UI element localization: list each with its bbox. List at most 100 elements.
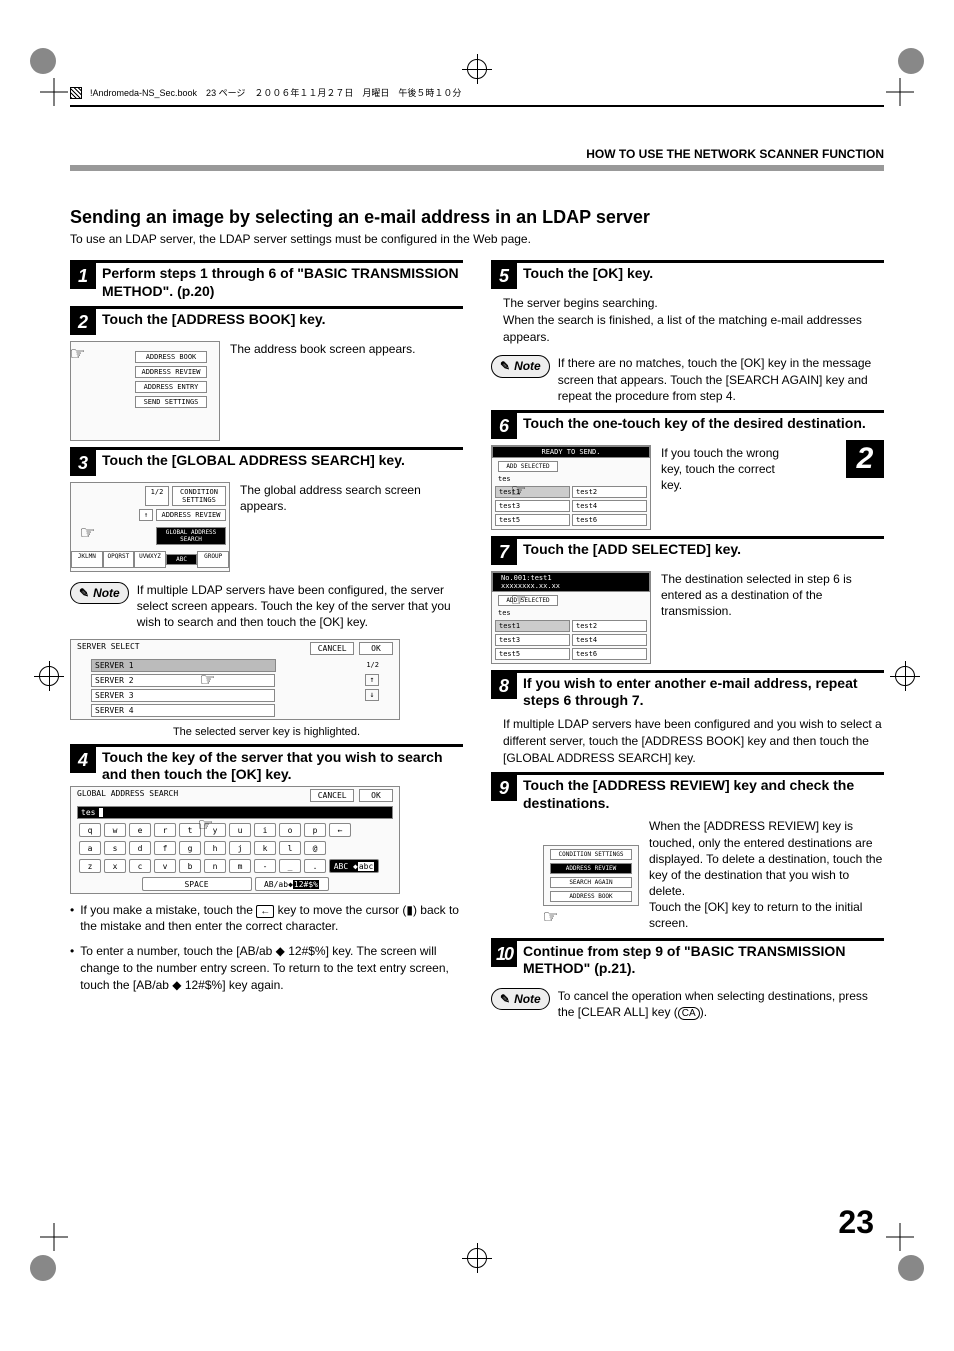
step-6-title: Touch the one-touch key of the desired d… (523, 413, 866, 433)
header-bar (70, 165, 884, 171)
fig-server-item: SERVER 3 (91, 689, 275, 702)
step-5-title: Touch the [OK] key. (523, 263, 653, 283)
step-9-number: 9 (491, 775, 517, 801)
step-4: 4 Touch the key of the server that you w… (70, 744, 463, 784)
fig-key: @ (304, 841, 326, 855)
step-4-number: 4 (70, 747, 96, 773)
fig-btn-condition-settings: CONDITION SETTINGS (172, 486, 226, 506)
fig-tab: JKLMN (71, 551, 103, 568)
step-2-text: The address book screen appears. (230, 341, 415, 441)
chapter-tab-number: 2 (846, 440, 884, 478)
fig-server-title: SERVER SELECT (77, 642, 140, 655)
up-arrow-icon: ↑ (139, 509, 153, 521)
fig-key: d (129, 841, 151, 855)
fig-add-selected: ADD SELECTED (498, 595, 558, 606)
crop-corner-tr (886, 78, 914, 106)
fig-page-indicator: 1/2 (145, 486, 169, 506)
fig-cell: test4 (572, 500, 647, 512)
fig-btn-address-book: ADDRESS BOOK (550, 891, 632, 902)
step-3-caption: The selected server key is highlighted. (70, 726, 463, 738)
fig-server-item: SERVER 1 (91, 659, 276, 672)
fig-btn-global-address-search: GLOBAL ADDRESS SEARCH (156, 527, 226, 545)
step-5-number: 5 (491, 263, 517, 289)
fig-key: j (229, 841, 251, 855)
fig-btn-condition-settings: CONDITION SETTINGS (550, 849, 632, 860)
step-4-bullet-1: •If you make a mistake, touch the ← key … (70, 902, 463, 936)
note-pill-icon: Note (491, 988, 550, 1010)
note-pill-icon: Note (491, 355, 550, 377)
step-6-number: 6 (491, 413, 517, 439)
fig-header: READY TO SEND. (492, 446, 650, 458)
fig-cell: test2 (572, 486, 647, 498)
fig-kb-title: GLOBAL ADDRESS SEARCH (77, 789, 178, 802)
step-10-title: Continue from step 9 of "BASIC TRANSMISS… (523, 941, 884, 978)
step-5: 5 Touch the [OK] key. (491, 260, 884, 289)
step-4-bullet-2: •To enter a number, touch the [AB/ab ◆ 1… (70, 943, 463, 993)
fig-tab: UVWXYZ (134, 551, 166, 568)
fig-key: n (204, 859, 226, 873)
fig-key: i (254, 823, 276, 837)
fig-btn-address-review: ADDRESS REVIEW (156, 509, 226, 521)
fig-cell: test1 (495, 620, 570, 632)
figure-address-book: ADDRESS BOOK ADDRESS REVIEW ADDRESS ENTR… (70, 341, 220, 441)
fig-btn-address-review: ADDRESS REVIEW (550, 863, 632, 874)
fig-btn-address-review: ADDRESS REVIEW (135, 366, 207, 378)
fig-key: t (179, 823, 201, 837)
step-5-text-2: When the search is finished, a list of t… (503, 312, 884, 346)
step-5-note: Note If there are no matches, touch the … (491, 355, 884, 404)
figure-server-select: SERVER SELECT CANCEL OK SERVER 11/2 SERV… (70, 639, 400, 720)
fig-tab: GROUP (197, 551, 229, 568)
fig-key: b (179, 859, 201, 873)
crop-corner-bl (40, 1223, 68, 1251)
figure-keyboard: GLOBAL ADDRESS SEARCH CANCEL OK tes q w … (70, 786, 400, 894)
fig-btn-send-settings: SEND SETTINGS (135, 396, 207, 408)
running-header: HOW TO USE THE NETWORK SCANNER FUNCTION (70, 147, 884, 161)
fig-key: p (304, 823, 326, 837)
figure-side-clip (491, 830, 535, 920)
step-9-title: Touch the [ADDRESS REVIEW] key and check… (523, 775, 884, 812)
fig-cell: test3 (495, 634, 570, 646)
fig-key: m (229, 859, 251, 873)
step-3-note-text: If multiple LDAP servers have been confi… (137, 582, 463, 631)
fig-key: - (254, 859, 276, 873)
crop-mark-top (462, 54, 492, 84)
fig-key: v (154, 859, 176, 873)
step-9-text-2: Touch the [OK] key to return to the init… (649, 899, 884, 931)
lead-text: To use an LDAP server, the LDAP server s… (70, 232, 884, 246)
step-7-text: The destination selected in step 6 is en… (661, 571, 884, 664)
fig-cell: test2 (572, 620, 647, 632)
fig-key-space: SPACE (142, 877, 252, 891)
fig-btn-address-entry: ADDRESS ENTRY (135, 381, 207, 393)
backspace-icon: ← (329, 823, 351, 837)
step-1-number: 1 (70, 263, 96, 289)
step-8-text: If multiple LDAP servers have been confi… (503, 716, 884, 766)
step-2-title: Touch the [ADDRESS BOOK] key. (102, 309, 326, 329)
fig-cell: test5 (495, 514, 570, 526)
step-9-text-1: When the [ADDRESS REVIEW] key is touched… (649, 818, 884, 899)
fig-tab-active: ABC (166, 554, 198, 565)
cursor-icon (99, 808, 103, 817)
fig-key: u (229, 823, 251, 837)
clear-all-key-icon: CA (678, 1007, 700, 1020)
step-7-number: 7 (491, 539, 517, 565)
step-7: 7 Touch the [ADD SELECTED] key. (491, 536, 884, 565)
fig-server-item: SERVER 4 (91, 704, 275, 717)
fig-key: l (279, 841, 301, 855)
backspace-key-icon: ← (256, 905, 274, 918)
step-5-note-text: If there are no matches, touch the [OK] … (558, 355, 884, 404)
figure-add-selected: No.001:test1xxxxxxxx.xx.xx ADD SELECTED … (491, 571, 651, 664)
fig-key: o (279, 823, 301, 837)
fig-cell: test1 (495, 486, 570, 498)
fig-add-selected: ADD SELECTED (498, 461, 558, 472)
fig-key: g (179, 841, 201, 855)
down-arrow-icon: ↓ (365, 689, 379, 701)
fig-key: x (104, 859, 126, 873)
crop-mark-left (34, 661, 64, 691)
fig-key: c (129, 859, 151, 873)
step-4-title: Touch the key of the server that you wis… (102, 747, 463, 784)
crop-mark-bottom (462, 1243, 492, 1273)
step-8-number: 8 (491, 673, 517, 699)
step-1-title: Perform steps 1 through 6 of "BASIC TRAN… (102, 263, 463, 300)
step-1: 1 Perform steps 1 through 6 of "BASIC TR… (70, 260, 463, 300)
fig-cell: test6 (572, 514, 647, 526)
